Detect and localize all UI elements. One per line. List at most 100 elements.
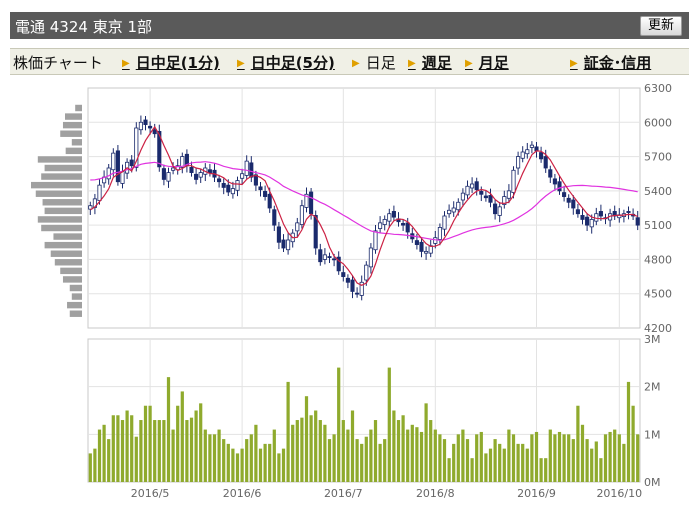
price-panel	[87, 87, 641, 329]
candle-body	[217, 178, 222, 183]
candle-body	[378, 222, 383, 229]
candle-body	[143, 119, 148, 125]
volume-profile-bar	[41, 173, 82, 180]
volume-bar	[130, 415, 134, 482]
nav-daily-label: 日足	[365, 54, 396, 72]
volume-profile-bar	[71, 293, 82, 300]
volume-bar	[534, 431, 539, 482]
candle-body	[497, 206, 502, 216]
nav-intraday-5min[interactable]: ▶ 日中足(5分)	[237, 52, 335, 73]
volume-bar	[180, 391, 184, 482]
volume-bar	[539, 458, 543, 482]
volume-bar	[268, 443, 272, 482]
volume-bar	[143, 405, 148, 482]
volume-profile-bar	[75, 104, 82, 112]
candle-body	[493, 203, 498, 215]
volume-bar	[396, 420, 401, 482]
candle-body	[451, 207, 456, 213]
candle-body	[589, 219, 594, 228]
refresh-button[interactable]: 更新	[640, 16, 682, 36]
nav-weekly-label: 週足	[421, 54, 452, 72]
volume-bar	[102, 424, 106, 482]
volume-bar	[120, 420, 125, 482]
candle-body	[456, 201, 461, 211]
volume-bar	[134, 436, 138, 482]
candle-body	[387, 213, 392, 222]
candle-body	[414, 240, 419, 245]
volume-bar	[548, 429, 552, 482]
volume-profile-bar	[67, 301, 82, 309]
volume-bar	[337, 367, 341, 482]
volume-profile-bar	[37, 156, 82, 163]
volume-bar	[544, 458, 548, 482]
x-tick-label: 2016/10	[596, 487, 642, 500]
candle-body	[401, 223, 406, 226]
candle-body	[557, 181, 562, 192]
volume-profile-bar	[60, 130, 82, 137]
volume-bar	[429, 420, 433, 482]
volume-bar	[603, 434, 608, 482]
volume-bar	[314, 410, 318, 482]
candle-body	[525, 149, 530, 155]
candle-body	[281, 239, 286, 249]
volume-bar	[318, 420, 322, 482]
volume-bar	[622, 443, 626, 482]
candle-body	[129, 159, 134, 167]
volume-bar	[148, 405, 152, 482]
volume-bar	[415, 427, 419, 482]
candle-body	[138, 121, 143, 131]
volume-bar	[291, 424, 295, 482]
volume-bar	[153, 420, 157, 482]
nav-weekly[interactable]: ▶ 週足	[408, 52, 452, 73]
candle-body	[258, 186, 263, 191]
candle-body	[479, 191, 484, 195]
candle-body	[433, 237, 438, 244]
candle-body	[230, 188, 235, 195]
volume-bar	[272, 429, 276, 482]
candle-body	[111, 152, 116, 171]
nav-margin-credit[interactable]: ▶ 証金･信用	[570, 52, 651, 73]
nav-arrow-icon: ▶	[465, 58, 473, 69]
price-tick-label: 4500	[644, 288, 672, 301]
candle-body	[548, 169, 553, 178]
price-tick-label: 5100	[644, 219, 672, 232]
volume-tick-label: 0M	[644, 476, 661, 489]
nav-daily[interactable]: ▶ 日足	[352, 52, 396, 73]
candle-body	[465, 185, 470, 196]
volume-profile-bar	[69, 284, 82, 292]
volume-bar	[364, 436, 368, 482]
candle-body	[152, 129, 157, 135]
volume-profile-bar	[42, 199, 82, 206]
volume-tick-label: 2M	[644, 381, 661, 394]
nav-arrow-icon: ▶	[237, 58, 245, 69]
candle-body	[161, 168, 166, 180]
volume-bar	[176, 405, 180, 482]
candle-body	[470, 183, 475, 189]
volume-bar	[626, 381, 631, 482]
nav-intraday-1min[interactable]: ▶ 日中足(1分)	[122, 52, 220, 73]
candle-body	[424, 251, 429, 254]
volume-panel	[87, 338, 641, 483]
volume-bar	[465, 439, 470, 482]
candle-body	[332, 258, 337, 261]
volume-profile-bar	[54, 259, 82, 266]
volume-bar	[245, 439, 249, 482]
volume-bar	[442, 439, 447, 482]
volume-bar	[617, 434, 621, 482]
volume-bar	[553, 434, 557, 482]
candle-body	[483, 195, 488, 199]
candle-body	[368, 247, 373, 268]
nav-monthly[interactable]: ▶ 月足	[465, 52, 509, 73]
volume-bar	[157, 420, 161, 482]
stock-chart: 630060005700540051004800450042003M2M1M0M…	[31, 82, 672, 500]
volume-bar	[189, 417, 194, 482]
volume-bar	[107, 439, 111, 482]
candle-body	[529, 144, 534, 148]
candle-body	[350, 279, 355, 292]
volume-bar	[254, 424, 258, 482]
candle-body	[566, 197, 571, 203]
price-tick-label: 5400	[644, 185, 672, 198]
volume-profile-bar	[65, 113, 82, 120]
volume-bar	[203, 429, 207, 482]
volume-bar	[162, 420, 166, 482]
